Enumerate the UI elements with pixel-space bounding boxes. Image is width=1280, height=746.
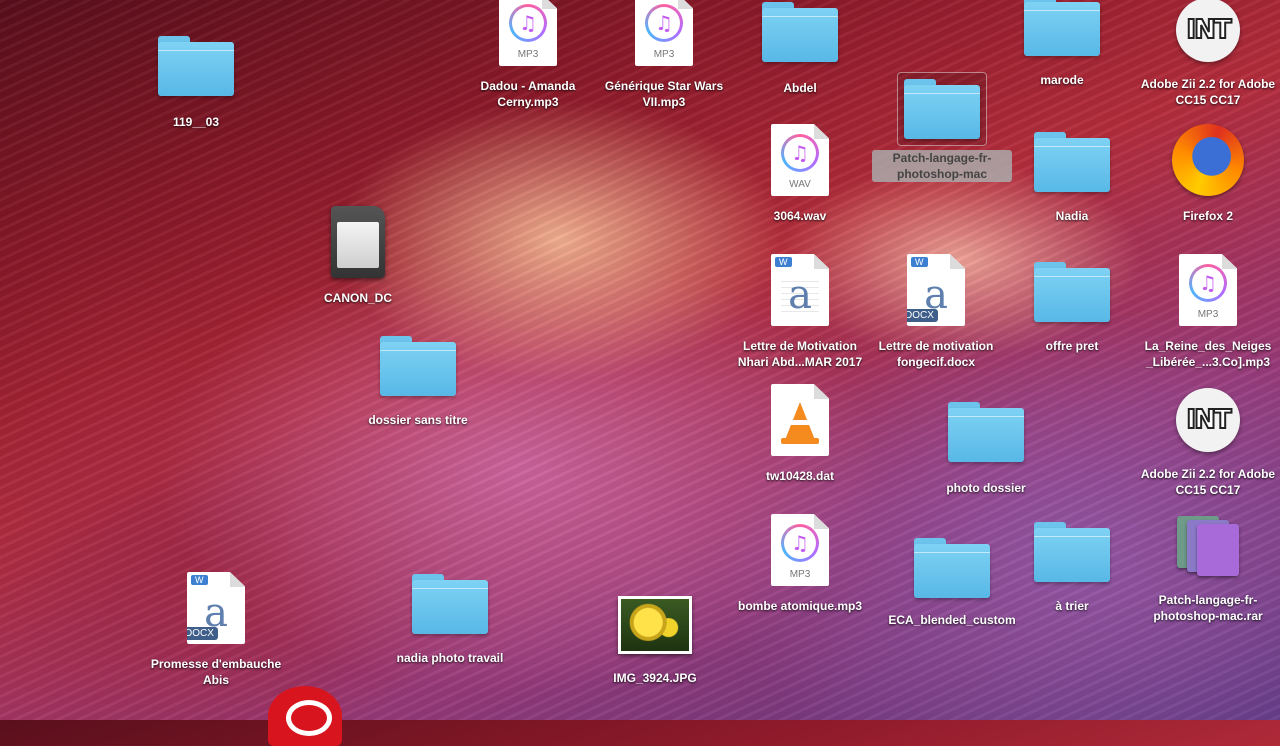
desktop-file-img-3924[interactable]: IMG_3924.JPG [585,596,725,686]
desktop-folder-a-trier[interactable]: à trier [1002,522,1142,614]
creative-cloud-icon[interactable] [268,686,342,746]
desktop-folder-marode[interactable]: marode [992,0,1132,88]
desktop-folder-nadia-photo-travail[interactable]: nadia photo travail [380,574,520,666]
desktop-app-firefox[interactable]: Firefox 2 [1138,124,1278,224]
music-file-icon: ♫ MP3 [1179,254,1237,326]
icon-label: Patch-langage-fr-photoshop-mac.rar [1153,593,1263,623]
icon-label: 119__03 [172,115,220,129]
icon-label: photo dossier [946,481,1026,495]
desktop-folder-dossier-sans-titre[interactable]: dossier sans titre [348,336,488,428]
desktop-volume-canon-dc[interactable]: CANON_DC [288,206,428,306]
music-file-icon: ♫ MP3 [771,514,829,586]
icon-label: à trier [1055,599,1089,613]
icon-label: IMG_3924.JPG [613,671,697,685]
icon-label: Lettre de motivation fongecif.docx [878,339,994,369]
desktop-folder-nadia[interactable]: Nadia [1002,132,1142,224]
desktop-file-tw10428-dat[interactable]: tw10428.dat [730,384,870,484]
desktop-file-lettre-motivation-nhari[interactable]: Wa Lettre de Motivation Nhari Abd...MAR … [730,254,870,370]
icon-label: Nadia [1055,209,1089,223]
desktop-folder-abdel[interactable]: Abdel [730,2,870,96]
folder-icon [412,574,488,634]
desktop-file-dadou-mp3[interactable]: ♫ MP3 Dadou - Amanda Cerny.mp3 [458,0,598,110]
folder-icon [158,36,234,96]
desktop-file-patch-rar[interactable]: Patch-langage-fr-photoshop-mac.rar [1138,514,1278,624]
icon-label: Adobe Zii 2.2 for Adobe CC15 CC17 [1140,467,1276,497]
desktop-folder-photo-dossier[interactable]: photo dossier [916,402,1056,496]
desktop-folder-offre-pret[interactable]: offre pret [1002,262,1142,354]
icon-label: nadia photo travail [396,651,504,665]
word-document-icon: Wa DOCX [907,254,965,326]
app-icon: INT [1176,0,1240,62]
desktop-app-adobe-zii-2[interactable]: INT Adobe Zii 2.2 for Adobe CC15 CC17 [1138,388,1278,498]
icon-label: Promesse d'embauche Abis [150,657,282,687]
image-thumbnail-icon [618,596,692,654]
desktop-file-reine-des-neiges-mp3[interactable]: ♫ MP3 La_Reine_des_Neiges _Libérée_...3.C… [1138,254,1278,370]
firefox-icon [1172,124,1244,196]
icon-label: Patch-langage-fr-photoshop-mac [872,150,1012,182]
vlc-cone-icon [771,384,829,456]
icon-label: Générique Star Wars VII.mp3 [604,79,724,109]
folder-icon [380,336,456,396]
icon-label: CANON_DC [323,291,392,305]
icon-label: Lettre de Motivation Nhari Abd...MAR 201… [737,339,863,369]
folder-icon [1034,132,1110,192]
desktop-file-bombe-atomique-mp3[interactable]: ♫ MP3 bombe atomique.mp3 [730,514,870,614]
desktop-folder-eca-blended-custom[interactable]: ECA_blended_custom [882,538,1022,628]
icon-label: marode [1040,73,1084,87]
desktop-file-star-wars-mp3[interactable]: ♫ MP3 Générique Star Wars VII.mp3 [594,0,734,110]
icon-label: 3064.wav [773,209,827,223]
desktop-folder-patch-langage[interactable]: Patch-langage-fr-photoshop-mac [872,72,1012,182]
folder-icon [1034,522,1110,582]
icon-label: La_Reine_des_Neiges _Libérée_...3.Co].mp… [1144,339,1272,369]
desktop-file-3064-wav[interactable]: ♫ WAV 3064.wav [730,124,870,224]
desktop-app-adobe-zii[interactable]: INT Adobe Zii 2.2 for Adobe CC15 CC17 [1138,0,1278,108]
icon-label: Adobe Zii 2.2 for Adobe CC15 CC17 [1140,77,1276,107]
icon-label: ECA_blended_custom [888,613,1016,627]
desktop-folder-119-03[interactable]: 119__03 [126,36,266,130]
icon-label: Firefox 2 [1182,209,1233,223]
folder-icon [762,2,838,62]
selection-highlight [897,72,987,146]
music-file-icon: ♫ MP3 [635,0,693,66]
folder-icon [1034,262,1110,322]
icon-label: offre pret [1045,339,1099,353]
archive-icon [1173,514,1243,578]
sd-card-icon [331,206,385,278]
desktop-file-lettre-fongecif[interactable]: Wa DOCX Lettre de motivation fongecif.doc… [866,254,1006,370]
app-icon: INT [1176,388,1240,452]
icon-label: tw10428.dat [765,469,835,483]
icon-label: dossier sans titre [368,413,468,427]
desktop-file-promesse-embauche[interactable]: Wa DOCX Promesse d'embauche Abis [146,572,286,688]
folder-icon [1024,0,1100,56]
folder-icon [914,538,990,598]
word-document-icon: Wa [771,254,829,326]
icon-label: Dadou - Amanda Cerny.mp3 [480,79,576,109]
icon-label: Abdel [783,81,817,95]
icon-label: bombe atomique.mp3 [737,599,862,613]
audio-file-icon: ♫ WAV [771,124,829,196]
word-document-icon: Wa DOCX [187,572,245,644]
music-file-icon: ♫ MP3 [499,0,557,66]
folder-icon [904,79,980,139]
folder-icon [948,402,1024,462]
